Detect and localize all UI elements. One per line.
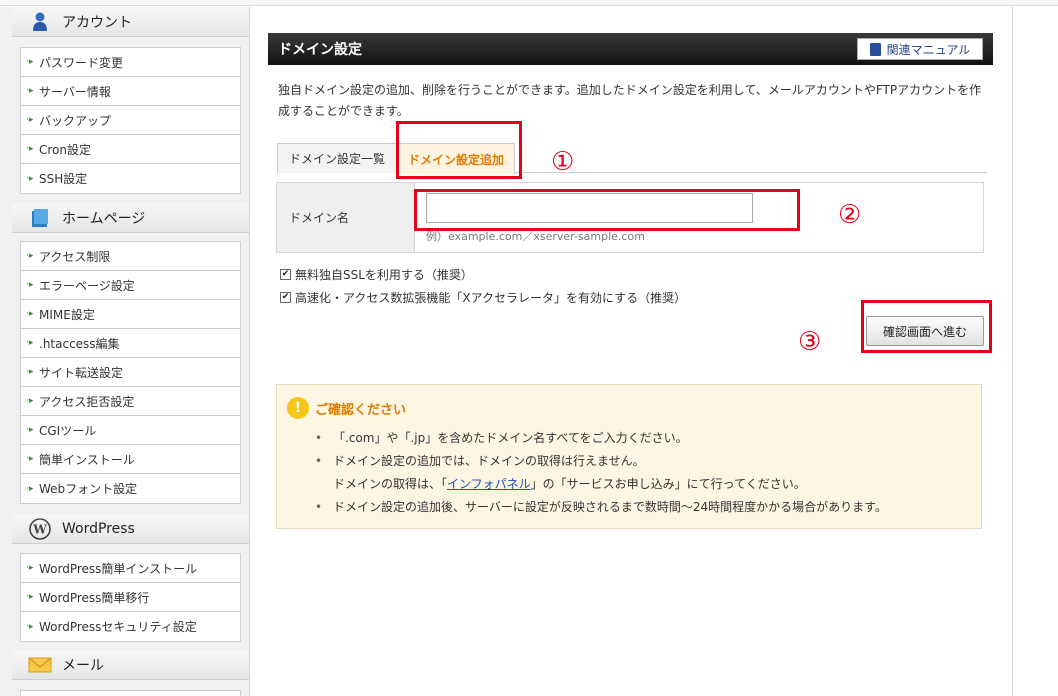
arrow-icon: ·▸ [26,115,34,125]
arrow-icon: ·▸ [26,251,34,261]
arrow-icon: ·▸ [26,338,34,348]
manual-book-icon [869,42,881,56]
xaccel-checkbox[interactable]: ✔ [280,292,291,303]
sidebar-item-password[interactable]: ·▸ パスワード変更 [21,48,240,77]
sidebar-item-backup[interactable]: ·▸ バックアップ [21,106,240,135]
arrow-icon: ·▸ [26,280,34,290]
sidebar-item-htaccess[interactable]: ·▸ .htaccess編集 [21,329,240,358]
arrow-icon: ·▸ [26,454,34,464]
sidebar-item-redirect[interactable]: ·▸ サイト転送設定 [21,358,240,387]
sidebar-item-webfont[interactable]: ·▸ Webフォント設定 [21,474,240,503]
sidebar-section-title: WordPress [62,520,135,537]
highlight-box-3 [861,300,992,353]
sidebar-section-title: ホームページ [62,210,146,227]
tab-domain-list[interactable]: ドメイン設定一覧 [277,143,397,173]
info-panel-link[interactable]: インフォパネル [447,477,531,491]
user-icon [28,11,52,33]
ssl-checkbox[interactable]: ✔ [280,269,291,280]
xaccel-checkbox-row[interactable]: ✔ 高速化・アクセス数拡張機能「Xアクセラレータ」を有効にする（推奨） [280,289,686,306]
sidebar-menu-account: ·▸ パスワード変更 ·▸ サーバー情報 ·▸ バックアップ ·▸ Cron設定 ·▸ S… [20,47,241,194]
tab-bar: ドメイン設定一覧 ドメイン設定追加 [277,143,987,174]
arrow-icon: ·▸ [26,86,34,96]
arrow-icon: ·▸ [26,57,34,67]
wordpress-icon: W [28,517,52,540]
sidebar-menu-mail [20,690,241,696]
sidebar-item-easy-install[interactable]: ·▸ 簡単インストール [21,445,240,474]
ssl-checkbox-label: 無料独自SSLを利用する（推奨） [295,268,473,282]
sidebar-section-wordpress: W WordPress [12,514,249,544]
sidebar-item-wp-install[interactable]: ·▸ WordPress簡単インストール [21,554,240,583]
arrow-icon: ·▸ [26,173,34,184]
ssl-checkbox-row[interactable]: ✔ 無料独自SSLを利用する（推奨） [280,266,473,283]
sidebar-item-server-info[interactable]: ·▸ サーバー情報 [21,77,240,106]
sidebar-menu-wordpress: ·▸ WordPress簡単インストール ·▸ WordPress簡単移行 ·▸ Wo… [20,553,241,642]
svg-text:W: W [32,522,47,536]
sidebar-section-title: アカウント [62,14,132,31]
book-icon [28,207,52,229]
notice-list: 「.com」や「.jp」を含めたドメイン名すべてをご入力ください。 ドメイン設定… [315,427,975,519]
sidebar-item-mime[interactable]: ·▸ MIME設定 [21,300,240,329]
sidebar: アカウント ·▸ パスワード変更 ·▸ サーバー情報 ·▸ バックアップ ·▸ Cron… [0,7,250,696]
sidebar-section-homepage: ホームページ [12,203,249,233]
notice-header: ! ご確認ください [287,397,406,419]
manual-button[interactable]: 関連マニュアル [857,38,983,60]
domain-name-label: ドメイン名 [277,183,415,252]
sidebar-item-access-deny[interactable]: ·▸ アクセス拒否設定 [21,387,240,416]
xaccel-checkbox-label: 高速化・アクセス数拡張機能「Xアクセラレータ」を有効にする（推奨） [295,291,687,305]
sidebar-item-access-restriction[interactable]: ·▸ アクセス制限 [21,242,240,271]
sidebar-menu-homepage: ·▸ アクセス制限 ·▸ エラーページ設定 ·▸ MIME設定 ·▸ .htaccess… [20,241,241,504]
arrow-icon: ·▸ [26,592,34,602]
sidebar-item-ssh[interactable]: ·▸ SSH設定 [21,164,240,193]
page-right-border [1012,7,1013,696]
manual-label: 関連マニュアル [886,42,971,57]
sidebar-item-wp-migrate[interactable]: ·▸ WordPress簡単移行 [21,583,240,612]
exclamation-icon: ! [287,397,309,419]
notice-item: ドメイン設定の追加後、サーバーに設定が反映されるまで数時間〜24時間程度かかる場… [315,496,975,519]
sidebar-section-title: メール [62,657,104,674]
marker-3: ③ [798,327,822,357]
page-header: ドメイン設定 関連マニュアル [268,33,993,65]
arrow-icon: ·▸ [26,621,34,632]
page-description: 独自ドメイン設定の追加、削除を行うことができます。追加したドメイン設定を利用して… [278,83,982,118]
arrow-icon: ·▸ [26,483,34,494]
arrow-icon: ·▸ [26,396,34,406]
arrow-icon: ·▸ [26,367,34,377]
notice-title: ご確認ください [315,402,407,418]
arrow-icon: ·▸ [26,144,34,154]
sidebar-item-error-page[interactable]: ·▸ エラーページ設定 [21,271,240,300]
marker-2: ② [838,200,862,230]
highlight-box-1 [396,121,522,179]
sidebar-section-mail: メール [12,650,249,680]
arrow-icon: ·▸ [26,309,34,319]
notice-box: ! ご確認ください 「.com」や「.jp」を含めたドメイン名すべてをご入力くだ… [276,384,982,529]
highlight-box-2 [414,189,800,231]
arrow-icon: ·▸ [26,563,34,573]
sidebar-item-cron[interactable]: ·▸ Cron設定 [21,135,240,164]
sidebar-item-cgi[interactable]: ·▸ CGIツール [21,416,240,445]
arrow-icon: ·▸ [26,425,34,435]
sidebar-section-account: アカウント [12,7,249,37]
sidebar-item-wp-security[interactable]: ·▸ WordPressセキュリティ設定 [21,612,240,641]
marker-1: ① [551,147,575,177]
mail-icon [28,654,52,676]
page-title: ドメイン設定 [278,42,362,58]
top-border [0,0,1058,6]
notice-item: 「.com」や「.jp」を含めたドメイン名すべてをご入力ください。 [315,427,975,450]
notice-item: ドメイン設定の追加では、ドメインの取得は行えません。 [315,450,975,473]
notice-item-sub: ドメインの取得は、「インフォパネル」の「サービスお申し込み」にて行ってください。 [333,477,806,491]
